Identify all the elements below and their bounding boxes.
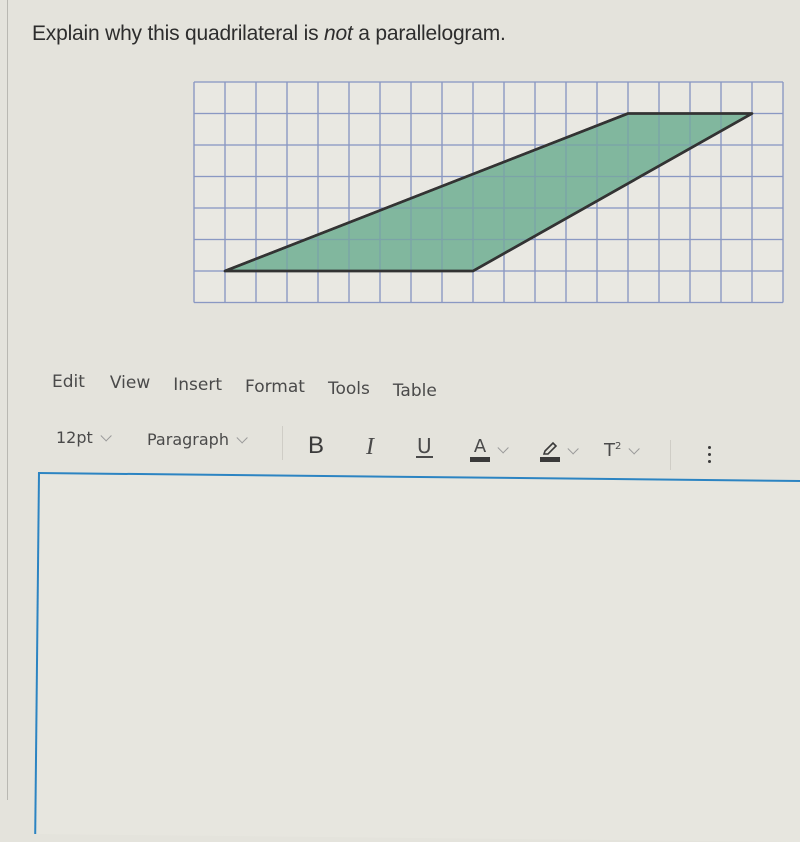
more-options-button[interactable]: [708, 446, 711, 463]
chevron-down-icon: [567, 443, 579, 455]
block-format-dropdown[interactable]: Paragraph: [147, 430, 248, 449]
highlight-color-swatch: [540, 457, 560, 462]
chevron-down-icon: [628, 442, 641, 455]
italic-button[interactable]: I: [366, 434, 374, 461]
answer-text-area[interactable]: [34, 472, 800, 842]
superscript-button[interactable]: T2: [604, 440, 641, 461]
bold-button[interactable]: B: [308, 432, 324, 460]
text-color-button[interactable]: A: [470, 438, 509, 462]
font-size-value: 12pt: [56, 428, 93, 447]
bold-icon: B: [308, 432, 325, 459]
editor-toolbar: 12pt Paragraph B I U A T2: [56, 424, 796, 470]
chevron-down-icon: [236, 431, 248, 444]
highlighter-pen-icon: [542, 441, 558, 455]
block-format-value: Paragraph: [147, 430, 229, 449]
chevron-down-icon: [497, 442, 509, 454]
chevron-down-icon: [100, 429, 112, 442]
question-text-suffix: a parallelogram.: [352, 22, 506, 45]
underline-icon: U: [416, 434, 433, 458]
highlight-color-button[interactable]: [540, 440, 579, 462]
vertical-ellipsis-icon: [708, 446, 711, 463]
menu-edit[interactable]: Edit: [52, 372, 85, 392]
question-prompt: Explain why this quadrilateral is not a …: [32, 22, 506, 46]
underline-button[interactable]: U: [416, 436, 433, 458]
superscript-icon: T2: [604, 440, 621, 461]
superscript-mark: 2: [615, 441, 622, 452]
editor-menubar: Edit View Insert Format Tools Table: [52, 372, 437, 401]
superscript-letter: T: [604, 440, 615, 461]
menu-view[interactable]: View: [110, 373, 150, 393]
question-text-prefix: Explain why this quadrilateral is: [32, 22, 325, 45]
menu-table[interactable]: Table: [393, 381, 437, 401]
text-color-icon: A: [470, 438, 490, 462]
page-left-border: [7, 0, 8, 800]
text-color-swatch: [470, 457, 490, 462]
menu-insert[interactable]: Insert: [173, 375, 222, 395]
highlighter-icon: [540, 440, 560, 462]
quadrilateral-figure: [190, 78, 790, 318]
menu-format[interactable]: Format: [245, 377, 305, 397]
toolbar-divider: [282, 426, 283, 460]
italic-icon: I: [366, 434, 374, 460]
text-color-letter: A: [473, 436, 487, 457]
font-size-dropdown[interactable]: 12pt: [56, 428, 112, 447]
grid-diagram: [193, 81, 784, 304]
menu-tools[interactable]: Tools: [328, 379, 370, 399]
toolbar-divider: [670, 440, 671, 470]
question-emphasis: not: [324, 22, 353, 45]
